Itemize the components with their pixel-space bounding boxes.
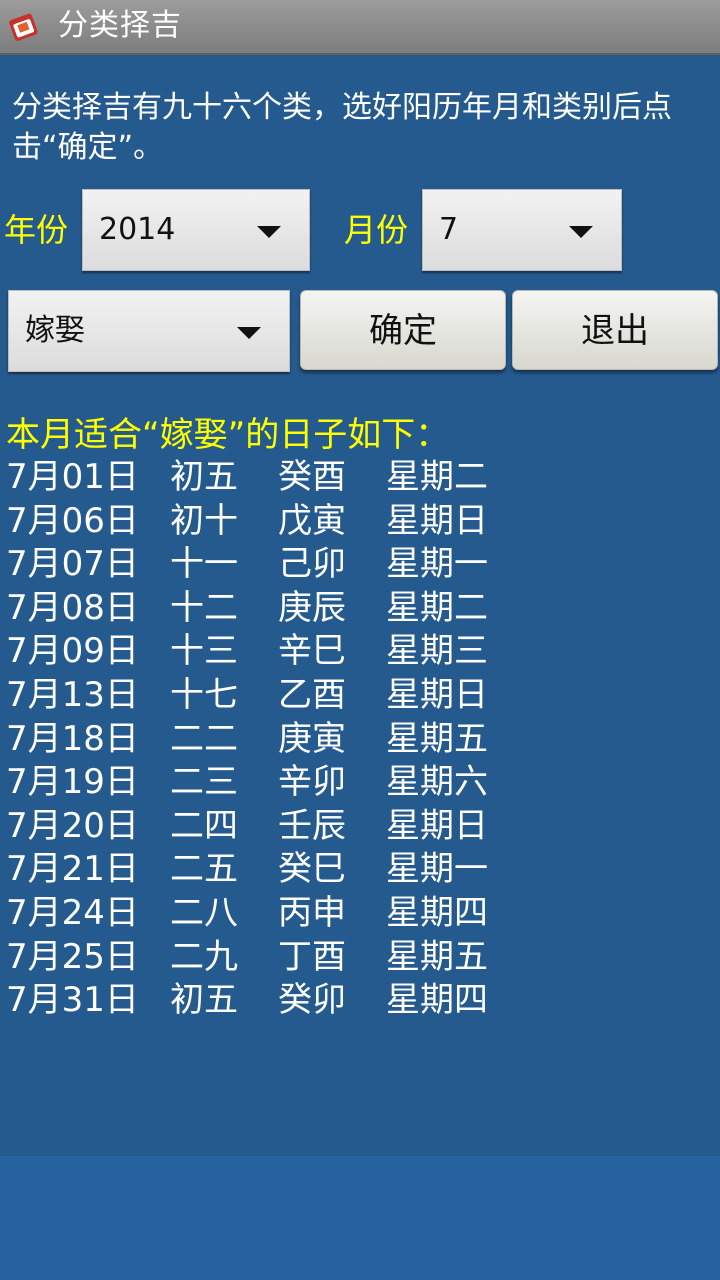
- chevron-down-icon: [257, 226, 281, 238]
- ganzhi-cell: 戊寅: [278, 500, 346, 541]
- list-item: 7月18日 二二 庚寅 星期五: [6, 718, 516, 762]
- ganzhi-cell: 庚辰: [278, 587, 346, 628]
- date-cell: 7月01日: [6, 457, 139, 497]
- list-item: 7月01日 初五 癸酉 星期二: [6, 456, 516, 500]
- result-title: 本月适合“嫁娶”的日子如下：: [6, 415, 450, 455]
- weekday-cell: 星期日: [386, 805, 488, 846]
- weekday-cell: 星期二: [386, 587, 488, 628]
- ganzhi-cell: 己卯: [278, 544, 346, 585]
- category-value: 嫁娶: [25, 313, 85, 348]
- exit-button[interactable]: 退出: [512, 290, 718, 370]
- date-cell: 7月21日: [6, 849, 139, 890]
- list-item: 7月24日 二八 丙申 星期四: [6, 892, 516, 936]
- year-label: 年份: [4, 211, 69, 249]
- list-item: 7月25日 二九 丁酉 星期五: [6, 936, 516, 980]
- list-item: 7月08日 十二 庚辰 星期二: [6, 587, 516, 631]
- weekday-cell: 星期四: [386, 980, 488, 1021]
- chevron-down-icon: [569, 226, 593, 238]
- date-cell: 7月24日: [6, 892, 139, 933]
- instruction-text: 分类择吉有九十六个类，选好阳历年月和类别后点击“确定”。: [12, 90, 672, 165]
- lunar-day-cell: 二八: [170, 892, 238, 933]
- weekday-cell: 星期四: [386, 892, 488, 933]
- confirm-button[interactable]: 确定: [300, 290, 506, 370]
- lunar-day-cell: 二三: [170, 762, 238, 803]
- date-cell: 7月07日: [6, 544, 139, 585]
- ganzhi-cell: 辛卯: [278, 762, 346, 803]
- list-item: 7月31日 初五 癸卯 星期四: [6, 979, 516, 1023]
- lunar-day-cell: 二二: [170, 718, 238, 759]
- lunar-day-cell: 初五: [170, 457, 238, 497]
- ganzhi-cell: 丙申: [278, 892, 346, 933]
- date-cell: 7月25日: [6, 936, 139, 977]
- weekday-cell: 星期三: [386, 631, 488, 672]
- result-list: 7月01日 初五 癸酉 星期二 7月06日 初十 戊寅 星期日 7月07日 十一 己卯 星期一 7…: [6, 456, 516, 1023]
- lunar-day-cell: 十二: [170, 587, 238, 628]
- weekday-cell: 星期一: [386, 544, 488, 585]
- date-cell: 7月20日: [6, 805, 139, 846]
- ganzhi-cell: 乙酉: [278, 674, 346, 715]
- lunar-day-cell: 十七: [170, 674, 238, 715]
- date-cell: 7月13日: [6, 674, 139, 715]
- date-cell: 7月18日: [6, 718, 139, 759]
- category-spinner[interactable]: 嫁娶: [8, 290, 290, 372]
- ganzhi-cell: 丁酉: [278, 936, 346, 977]
- weekday-cell: 星期五: [386, 936, 488, 977]
- ganzhi-cell: 癸酉: [278, 457, 346, 497]
- ganzhi-cell: 辛巳: [278, 631, 346, 672]
- list-item: 7月21日 二五 癸巳 星期一: [6, 848, 516, 892]
- month-spinner[interactable]: 7: [422, 189, 622, 271]
- title-bar: 分类择吉: [0, 0, 720, 55]
- lunar-day-cell: 二五: [170, 849, 238, 890]
- ganzhi-cell: 癸卯: [278, 980, 346, 1021]
- weekday-cell: 星期日: [386, 674, 488, 715]
- ganzhi-cell: 癸巳: [278, 849, 346, 890]
- list-item: 7月06日 初十 戊寅 星期日: [6, 500, 516, 544]
- date-cell: 7月09日: [6, 631, 139, 672]
- year-spinner[interactable]: 2014: [82, 189, 310, 271]
- month-value: 7: [439, 212, 459, 247]
- footer-area: [0, 1156, 720, 1280]
- page-title: 分类择吉: [58, 8, 182, 43]
- date-cell: 7月31日: [6, 980, 139, 1021]
- weekday-cell: 星期一: [386, 849, 488, 890]
- list-item: 7月20日 二四 壬辰 星期日: [6, 805, 516, 849]
- lunar-day-cell: 初五: [170, 980, 238, 1021]
- lunar-day-cell: 二四: [170, 805, 238, 846]
- weekday-cell: 星期五: [386, 718, 488, 759]
- lunar-day-cell: 十三: [170, 631, 238, 672]
- list-item: 7月09日 十三 辛巳 星期三: [6, 630, 516, 674]
- date-cell: 7月19日: [6, 762, 139, 803]
- list-item: 7月13日 十七 乙酉 星期日: [6, 674, 516, 718]
- date-cell: 7月08日: [6, 587, 139, 628]
- chevron-down-icon: [237, 327, 261, 339]
- year-value: 2014: [99, 212, 176, 247]
- list-item: 7月07日 十一 己卯 星期一: [6, 543, 516, 587]
- lunar-day-cell: 二九: [170, 936, 238, 977]
- weekday-cell: 星期日: [386, 500, 488, 541]
- month-label: 月份: [344, 211, 409, 249]
- calendar-app-icon: [8, 10, 40, 42]
- date-cell: 7月06日: [6, 500, 139, 541]
- lunar-day-cell: 初十: [170, 500, 238, 541]
- lunar-day-cell: 十一: [170, 544, 238, 585]
- weekday-cell: 星期二: [386, 457, 488, 497]
- ganzhi-cell: 庚寅: [278, 718, 346, 759]
- list-item: 7月19日 二三 辛卯 星期六: [6, 761, 516, 805]
- ganzhi-cell: 壬辰: [278, 805, 346, 846]
- weekday-cell: 星期六: [386, 762, 488, 803]
